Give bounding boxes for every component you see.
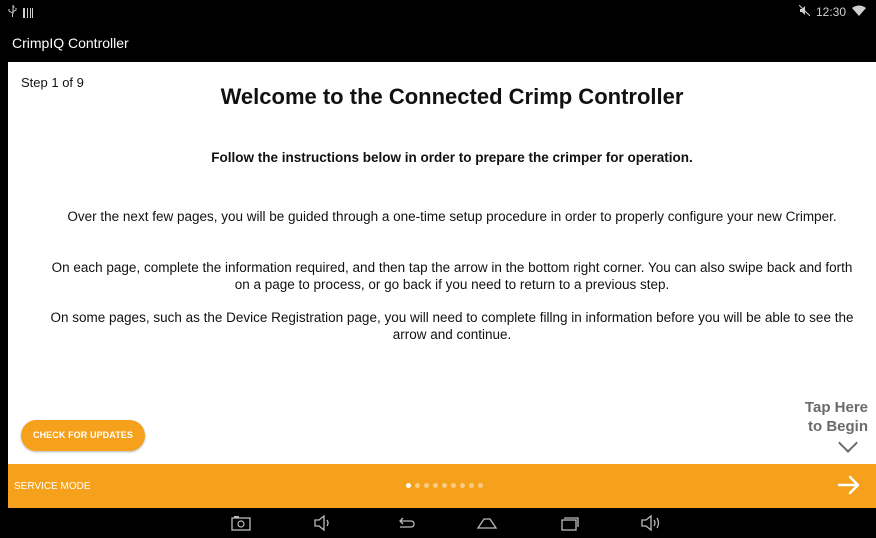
volume-up-icon[interactable] <box>640 513 662 533</box>
setup-page: Step 1 of 9 Welcome to the Connected Cri… <box>8 62 876 464</box>
volume-down-icon[interactable] <box>312 513 334 533</box>
tap-to-begin-hint[interactable]: Tap Here to Begin <box>788 398 868 436</box>
page-title: Welcome to the Connected Crimp Controlle… <box>220 84 684 109</box>
page-dot <box>406 483 411 488</box>
back-icon[interactable] <box>395 513 417 533</box>
camera-icon[interactable] <box>230 513 252 533</box>
app-title: CrimpIQ Controller <box>12 35 129 51</box>
system-nav-bar <box>0 508 876 538</box>
arrow-right-icon <box>837 475 860 495</box>
page-dot <box>433 483 438 488</box>
home-icon[interactable] <box>476 513 498 533</box>
check-for-updates-button[interactable]: CHECK FOR UPDATES <box>21 420 145 451</box>
page-dot <box>460 483 465 488</box>
page-indicator <box>406 483 483 488</box>
tap-hint-line: Tap Here <box>804 399 868 416</box>
page-dot <box>469 483 474 488</box>
usb-icon <box>8 4 17 20</box>
page-dot <box>415 483 420 488</box>
mute-icon <box>798 4 811 19</box>
page-subtitle: Follow the instructions below in order t… <box>211 150 693 165</box>
app-bar: CrimpIQ Controller <box>0 24 876 62</box>
tap-hint-line: to Begin <box>808 418 868 435</box>
status-right: 12:30 <box>798 4 866 19</box>
footer-bar: SERVICE MODE <box>8 464 876 508</box>
page-dot <box>478 483 483 488</box>
service-mode-link[interactable]: SERVICE MODE <box>14 481 91 492</box>
instruction-paragraph: On some pages, such as the Device Regist… <box>50 310 854 342</box>
recent-apps-icon[interactable] <box>558 513 580 533</box>
status-time: 12:30 <box>815 5 846 19</box>
instruction-paragraph: On each page, complete the information r… <box>51 260 853 292</box>
instruction-paragraph: Over the next few pages, you will be gui… <box>67 209 837 224</box>
page-dot <box>424 483 429 488</box>
next-arrow-button[interactable] <box>836 472 862 498</box>
wifi-icon <box>852 5 866 19</box>
page-dot <box>442 483 447 488</box>
status-bar: 12:30 <box>0 0 876 24</box>
status-left <box>8 4 33 20</box>
chevron-down-icon <box>838 433 858 453</box>
page-dot <box>451 483 456 488</box>
signal-bars-icon <box>23 7 33 18</box>
